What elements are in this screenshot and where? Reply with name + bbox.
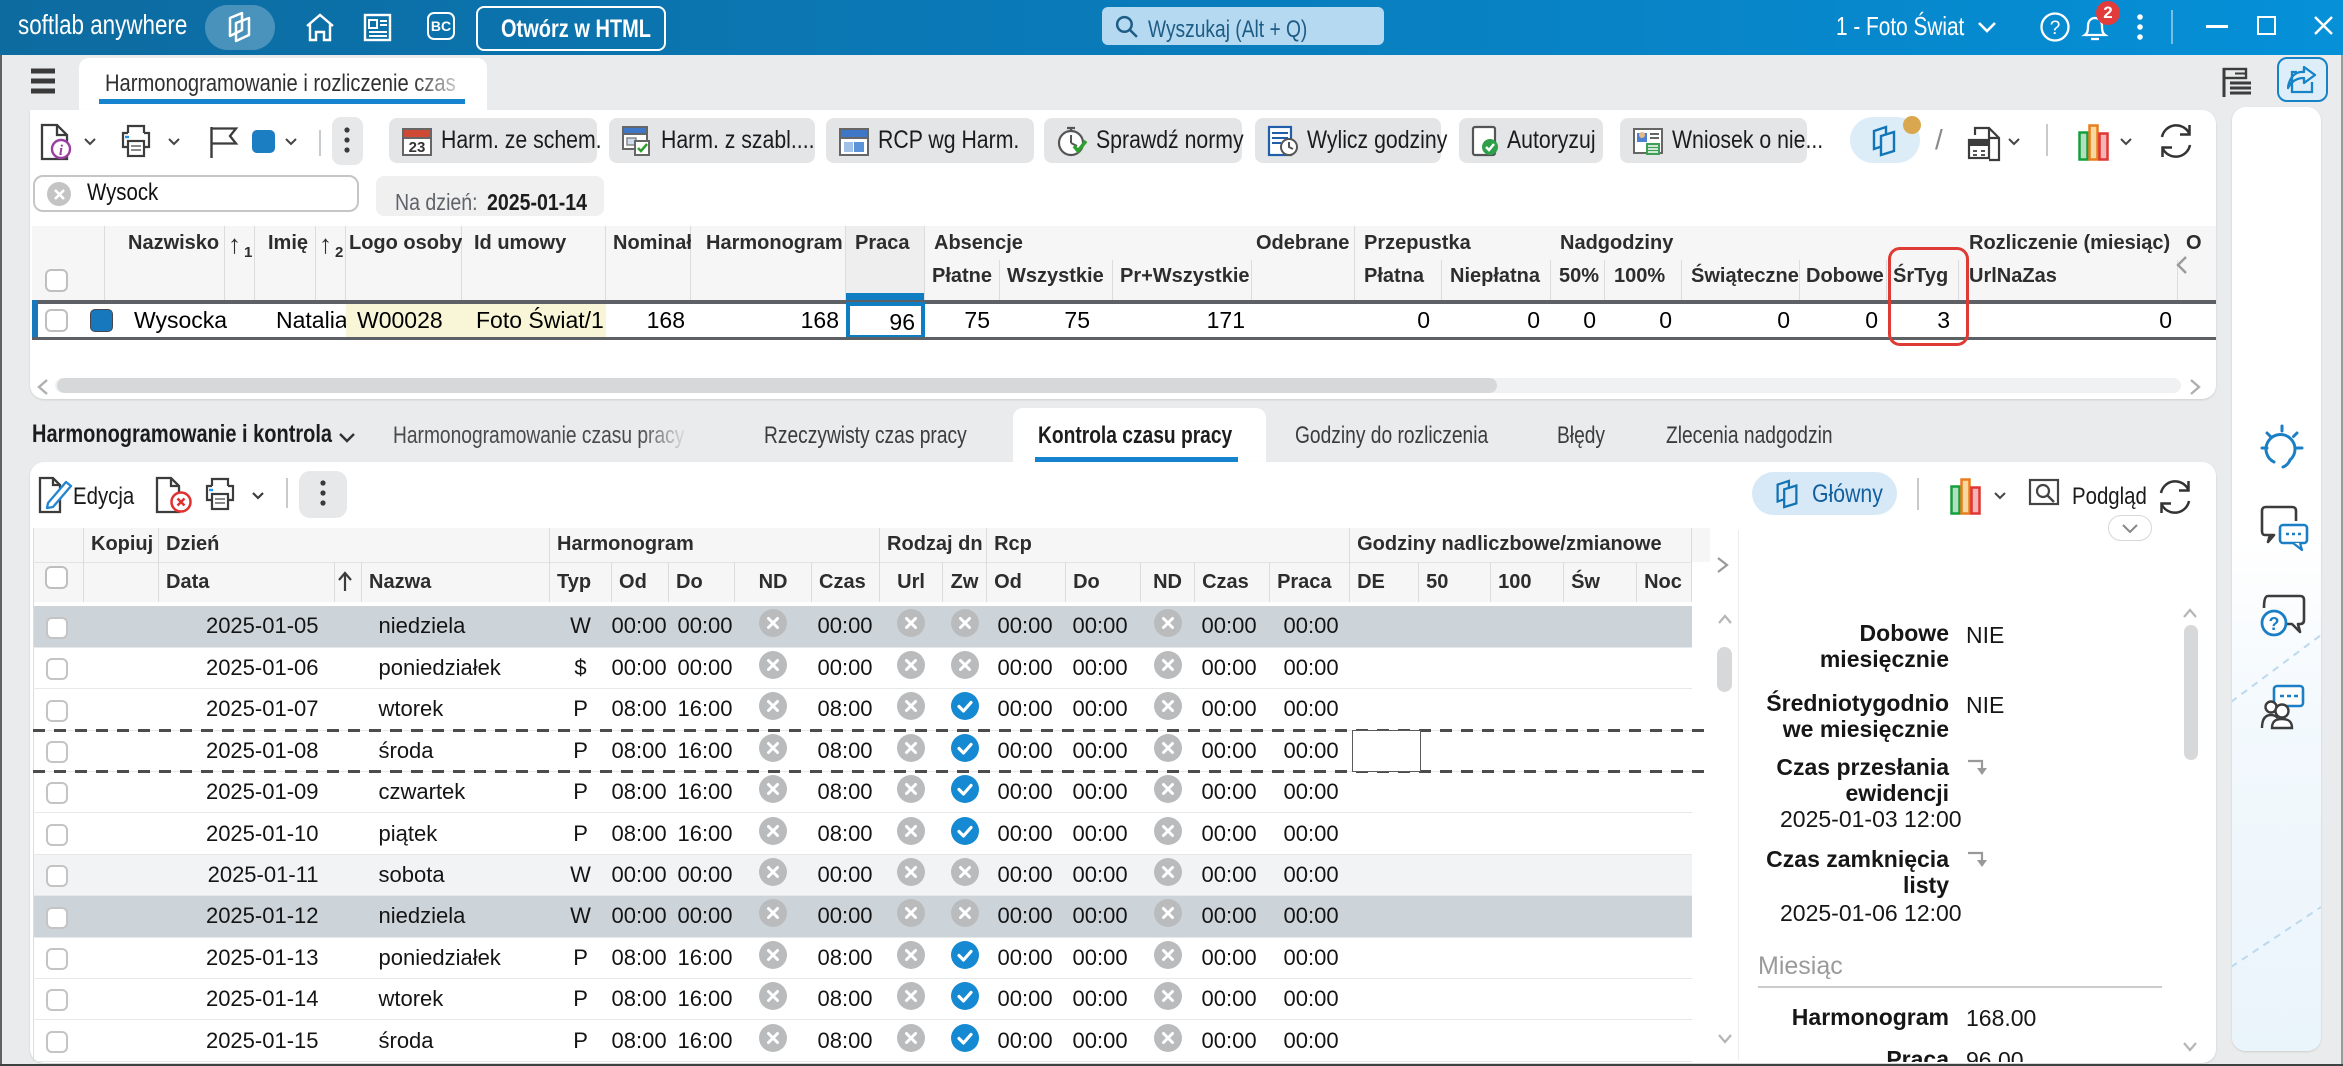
svg-text:?: ? xyxy=(2269,614,2280,634)
svg-text:23: 23 xyxy=(409,139,426,156)
svg-text:?: ? xyxy=(2050,18,2061,39)
